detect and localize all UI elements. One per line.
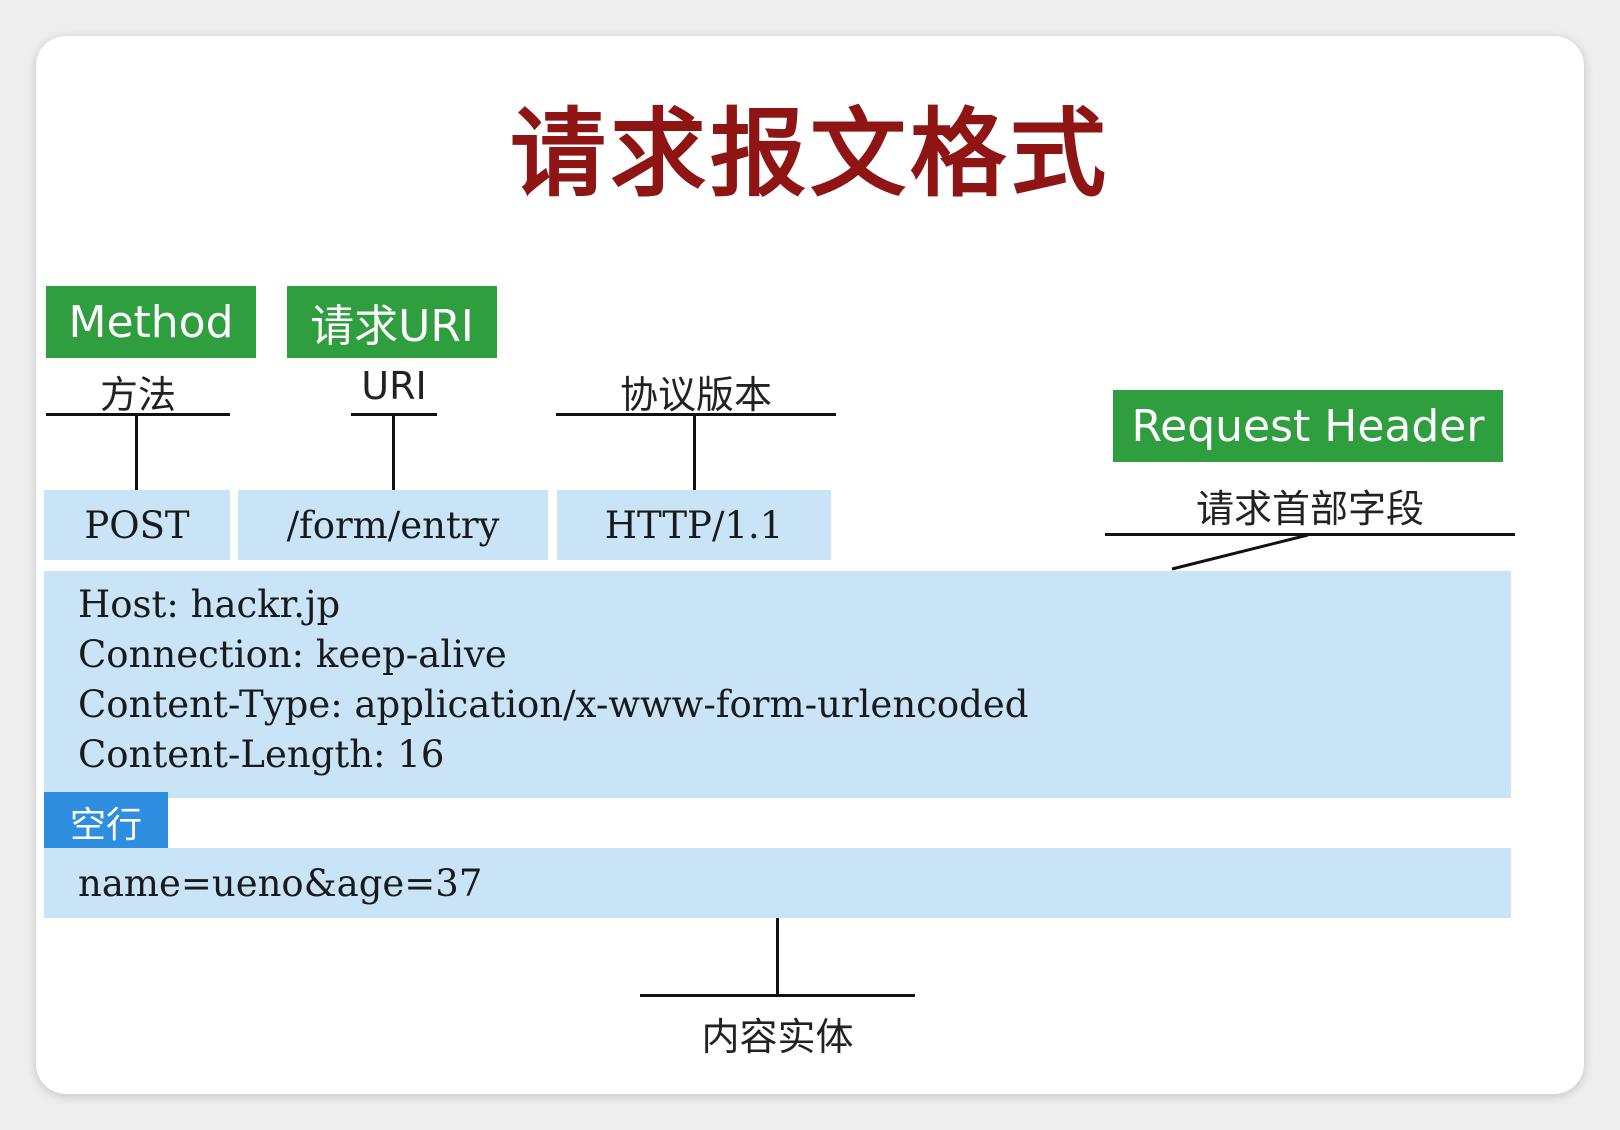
protocol-version-label: 协议版本 — [619, 373, 772, 417]
uri-cell: /form/entry — [238, 490, 548, 560]
request-uri-tag: 请求URI — [287, 286, 497, 358]
method-tag: Method — [46, 286, 256, 358]
header-line: Content-Length: 16 — [78, 733, 445, 776]
body-connector — [776, 918, 779, 996]
body-label: 内容实体 — [701, 1015, 854, 1059]
diagram-card: 请求报文格式 Method 方法 请求URI URI 协议版本 Request … — [36, 36, 1584, 1094]
blank-line-tag: 空行 — [44, 792, 168, 852]
method-cell: POST — [44, 490, 230, 560]
header-line: Host: hackr.jp — [78, 583, 341, 626]
body-block: name=ueno&age=37 — [44, 848, 1511, 918]
method-connector — [135, 414, 138, 490]
header-block: Host: hackr.jp Connection: keep-alive Co… — [44, 571, 1511, 798]
method-bracket-line — [46, 413, 230, 416]
body-bracket-line — [640, 994, 915, 997]
method-label: 方法 — [99, 373, 176, 417]
header-fields-label: 请求首部字段 — [1195, 487, 1424, 531]
uri-label: URI — [361, 364, 427, 408]
request-header-tag: Request Header — [1113, 390, 1503, 462]
header-line: Content-Type: application/x-www-form-url… — [78, 683, 1029, 726]
version-connector — [693, 414, 696, 490]
header-line: Connection: keep-alive — [78, 633, 507, 676]
version-cell: HTTP/1.1 — [557, 490, 831, 560]
header-connector — [1171, 533, 1309, 571]
diagram-title: 请求报文格式 — [510, 98, 1110, 210]
body-text: name=ueno&age=37 — [78, 862, 483, 905]
version-bracket-line — [556, 413, 836, 416]
uri-connector — [392, 414, 395, 490]
